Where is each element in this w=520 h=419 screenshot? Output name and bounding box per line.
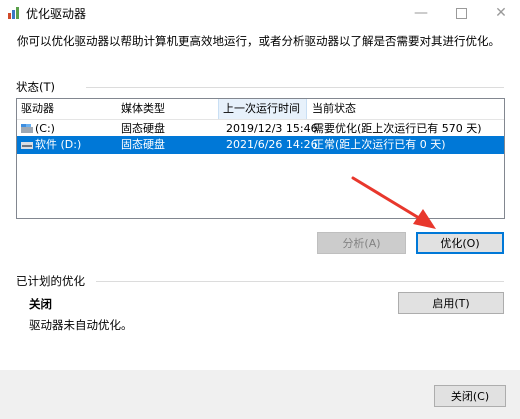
drive-list[interactable]: 驱动器 媒体类型 上一次运行时间 当前状态 (C:) 固态硬盘 2019/12/… — [16, 98, 505, 219]
drive-icon — [21, 142, 33, 149]
column-drive[interactable]: 驱动器 — [17, 99, 127, 119]
minimize-icon: — — [414, 5, 428, 21]
scheduled-status-description: 驱动器未自动优化。 — [29, 318, 133, 332]
column-media-type[interactable]: 媒体类型 — [117, 99, 217, 119]
current-status: 正常(距上次运行已有 0 天) — [313, 138, 446, 151]
scheduled-divider — [96, 281, 504, 282]
column-last-run[interactable]: 上一次运行时间 — [218, 99, 307, 119]
close-icon: ✕ — [495, 5, 507, 21]
analyze-button[interactable]: 分析(A) — [317, 232, 406, 254]
optimize-button[interactable]: 优化(O) — [416, 232, 504, 254]
drive-icon — [21, 124, 33, 133]
maximize-button[interactable] — [441, 0, 481, 26]
drive-list-header: 驱动器 媒体类型 上一次运行时间 当前状态 — [17, 99, 504, 120]
title-bar: 优化驱动器 — ✕ — [0, 0, 520, 26]
column-current-status[interactable]: 当前状态 — [308, 99, 498, 119]
last-run: 2021/6/26 14:26 — [226, 138, 318, 151]
status-group-label: 状态(T) — [16, 80, 55, 94]
scheduled-status-title: 关闭 — [29, 297, 52, 311]
drive-row-d[interactable]: 软件 (D:) 固态硬盘 2021/6/26 14:26 正常(距上次运行已有 … — [17, 136, 504, 154]
scheduled-group-label: 已计划的优化 — [16, 274, 85, 288]
maximize-icon — [455, 7, 467, 19]
drive-name: 软件 (D:) — [35, 138, 82, 151]
close-button[interactable]: 关闭(C) — [434, 385, 506, 407]
defrag-icon — [8, 7, 19, 19]
status-divider — [86, 87, 504, 88]
media-type: 固态硬盘 — [121, 138, 165, 151]
intro-text: 你可以优化驱动器以帮助计算机更高效地运行，或者分析驱动器以了解是否需要对其进行优… — [17, 34, 500, 48]
close-window-button[interactable]: ✕ — [481, 0, 520, 26]
enable-button[interactable]: 启用(T) — [398, 292, 504, 314]
window-title: 优化驱动器 — [26, 7, 87, 21]
minimize-button[interactable]: — — [401, 0, 441, 26]
